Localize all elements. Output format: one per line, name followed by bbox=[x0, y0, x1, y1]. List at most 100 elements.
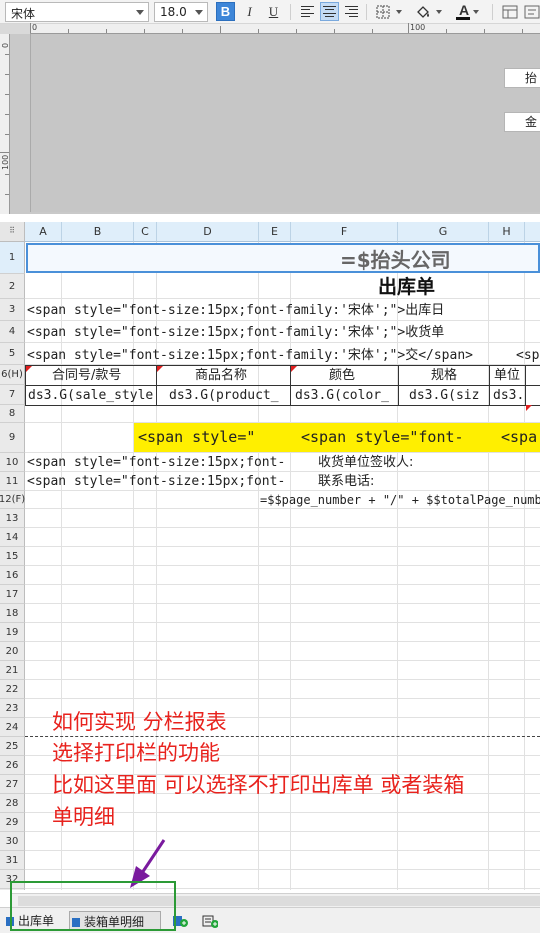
cell-r5-right[interactable]: <sp bbox=[516, 346, 539, 365]
ruler-corner bbox=[0, 24, 30, 34]
table-header-cell[interactable]: 单位 bbox=[489, 365, 526, 386]
fill-color-button[interactable] bbox=[414, 2, 446, 21]
row-header-26[interactable]: 26 bbox=[0, 756, 25, 775]
cell-r9-c1: <span style=" bbox=[138, 428, 256, 446]
comment-marker-icon bbox=[26, 366, 32, 372]
row-header-5[interactable]: 5 bbox=[0, 343, 25, 365]
font-family-select[interactable]: 宋体 bbox=[5, 2, 149, 22]
underline-button[interactable]: U bbox=[264, 2, 283, 21]
column-header-a[interactable]: A bbox=[25, 222, 62, 242]
column-header-h[interactable]: H bbox=[489, 222, 525, 242]
merge-cells-button[interactable] bbox=[500, 2, 519, 21]
font-size-select[interactable]: 18.0 bbox=[154, 2, 208, 22]
add-form-sheet-icon[interactable] bbox=[202, 915, 218, 928]
ruler-tick-label: 0 bbox=[1, 42, 10, 48]
table-header-cell[interactable]: 规格 bbox=[398, 365, 490, 386]
cell-r9-c2: <span style="font- bbox=[301, 428, 464, 446]
row-header-7[interactable]: 7 bbox=[0, 385, 25, 405]
row-header-24[interactable]: 24 bbox=[0, 718, 25, 737]
column-header-f[interactable]: F bbox=[291, 222, 398, 242]
cell-r5-text[interactable]: <span style="font-size:15px;font-family:… bbox=[27, 346, 497, 365]
border-button[interactable] bbox=[374, 2, 406, 21]
highlight-cell[interactable]: <span style=" bbox=[134, 423, 291, 452]
page-number-formula[interactable]: =$$page_number + "/" + $$totalPage_numbe bbox=[260, 491, 540, 509]
table-data-cell[interactable] bbox=[525, 385, 540, 406]
table-data-cell[interactable]: ds3.G(siz bbox=[398, 385, 490, 406]
row-header-13[interactable]: 13 bbox=[0, 509, 25, 528]
highlight-cell[interactable]: <spa bbox=[489, 423, 540, 452]
ruler-tick-label: 100 bbox=[1, 154, 10, 170]
row-header-2[interactable]: 2 bbox=[0, 274, 25, 299]
column-header-i[interactable] bbox=[525, 222, 540, 242]
font-color-button[interactable]: A bbox=[452, 2, 486, 21]
row-header-15[interactable]: 15 bbox=[0, 547, 25, 566]
row-header-11[interactable]: 11 bbox=[0, 472, 25, 491]
receiver-signature-label[interactable]: 收货单位签收人: bbox=[318, 453, 413, 472]
canvas-element-amount[interactable]: 金额 bbox=[504, 112, 540, 132]
cell-r10-left[interactable]: <span style="font-size:15px;font- bbox=[27, 453, 291, 472]
row-header-9[interactable]: 9 bbox=[0, 423, 25, 453]
align-center-button[interactable] bbox=[320, 2, 339, 21]
table-header-cell[interactable]: 颜色 bbox=[290, 365, 399, 386]
table-data-cell[interactable]: ds3.G(color_ bbox=[290, 385, 399, 406]
wrap-text-button[interactable] bbox=[522, 2, 540, 21]
table-data-cell[interactable]: ds3.G(product_ bbox=[156, 385, 291, 406]
column-header-c[interactable]: C bbox=[134, 222, 157, 242]
row-header-22[interactable]: 22 bbox=[0, 680, 25, 699]
column-header-e[interactable]: E bbox=[259, 222, 291, 242]
table-header-cell[interactable]: 商品名称 bbox=[156, 365, 291, 386]
cell-r11-left[interactable]: <span style="font-size:15px;font- bbox=[27, 472, 291, 491]
column-header-d[interactable]: D bbox=[157, 222, 259, 242]
row-header-31[interactable]: 31 bbox=[0, 851, 25, 870]
table-data-cell[interactable]: ds3.G(sale_style bbox=[25, 385, 157, 406]
selected-cell-r1[interactable] bbox=[26, 243, 540, 273]
highlight-cell[interactable]: <span style="font- bbox=[291, 423, 489, 452]
toolbar-divider bbox=[492, 4, 493, 20]
row-header-27[interactable]: 27 bbox=[0, 775, 25, 794]
align-right-icon bbox=[345, 6, 358, 17]
contact-phone-label[interactable]: 联系电话: bbox=[318, 472, 374, 491]
field-sale-style: ds3.G(sale_style bbox=[28, 388, 154, 403]
row-header-1[interactable]: 1 bbox=[0, 242, 25, 274]
design-canvas[interactable]: 0 100 0 100 抬头 金额 bbox=[0, 23, 540, 214]
bold-button[interactable]: B bbox=[216, 2, 235, 21]
align-right-button[interactable] bbox=[342, 2, 361, 21]
cell-r3-text[interactable]: <span style="font-size:15px;font-family:… bbox=[27, 301, 477, 320]
row-header-14[interactable]: 14 bbox=[0, 528, 25, 547]
row-header-20[interactable]: 20 bbox=[0, 642, 25, 661]
paint-bucket-icon bbox=[417, 5, 442, 18]
header-color: 颜色 bbox=[329, 368, 356, 383]
row-header-28[interactable]: 28 bbox=[0, 794, 25, 813]
row-header-6[interactable]: 6(H) bbox=[0, 365, 25, 385]
font-family-value: 宋体 bbox=[11, 7, 36, 21]
report-page-area[interactable] bbox=[30, 34, 540, 212]
row-header-21[interactable]: 21 bbox=[0, 661, 25, 680]
row-header-19[interactable]: 19 bbox=[0, 623, 25, 642]
row-header-16[interactable]: 16 bbox=[0, 566, 25, 585]
table-data-cell[interactable]: ds3. bbox=[489, 385, 526, 406]
company-header-formula: =$抬头公司 bbox=[340, 248, 451, 272]
select-all-corner[interactable]: ⠿ bbox=[0, 222, 25, 242]
annotation-line-3: 比如这里面 可以选择不打印出库单 或者装箱 bbox=[52, 773, 465, 797]
row-header-4[interactable]: 4 bbox=[0, 321, 25, 343]
italic-button[interactable]: I bbox=[240, 2, 259, 21]
column-header-g[interactable]: G bbox=[398, 222, 489, 242]
row-header-23[interactable]: 23 bbox=[0, 699, 25, 718]
row-header-12[interactable]: 12(F) bbox=[0, 491, 25, 509]
column-header-b[interactable]: B bbox=[62, 222, 134, 242]
row-header-30[interactable]: 30 bbox=[0, 832, 25, 851]
row-header-29[interactable]: 29 bbox=[0, 813, 25, 832]
table-header-cell[interactable] bbox=[525, 365, 540, 386]
row-header-3[interactable]: 3 bbox=[0, 299, 25, 321]
canvas-element-header[interactable]: 抬头 bbox=[504, 68, 540, 88]
align-left-button[interactable] bbox=[298, 2, 317, 21]
table-header-cell[interactable]: 合同号/款号 bbox=[25, 365, 157, 386]
row-header-25[interactable]: 25 bbox=[0, 737, 25, 756]
cell-r4-text[interactable]: <span style="font-size:15px;font-family:… bbox=[27, 323, 477, 342]
chevron-down-icon bbox=[195, 10, 203, 15]
row-header-18[interactable]: 18 bbox=[0, 604, 25, 623]
tab-highlight-box bbox=[10, 881, 176, 931]
row-header-10[interactable]: 10 bbox=[0, 453, 25, 472]
row-header-17[interactable]: 17 bbox=[0, 585, 25, 604]
row-header-8[interactable]: 8 bbox=[0, 405, 25, 423]
